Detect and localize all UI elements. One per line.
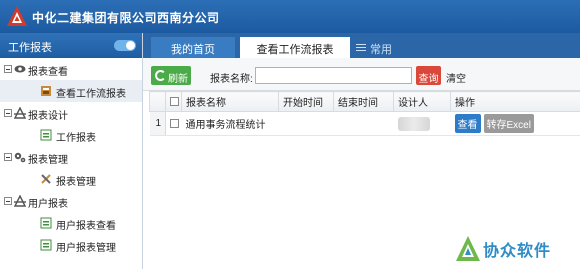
row-number: 1	[149, 111, 166, 136]
sidebar-toggle[interactable]	[114, 40, 136, 51]
report-icon	[40, 217, 52, 229]
tree-item-label: 工作报表	[56, 133, 96, 144]
row-select-cell[interactable]	[165, 111, 182, 136]
clear-button[interactable]: 清空	[446, 70, 466, 85]
sidebar: 工作报表 报表查看 查看工作流报表 报表设计 工作报表 报表管理 报表管理 用户…	[0, 33, 143, 269]
vendor-logo-icon	[456, 236, 480, 261]
tools-icon	[41, 174, 51, 184]
tree-group-label: 报表查看	[28, 67, 68, 78]
vendor-watermark: 协众软件	[455, 233, 577, 265]
row-number-header	[149, 91, 166, 112]
tree-group-report-design[interactable]: 报表设计	[0, 102, 142, 124]
column-header: 操作	[450, 91, 580, 112]
design-icon	[14, 107, 26, 119]
company-logo-icon	[7, 6, 27, 26]
tree-item-report-management[interactable]: 报表管理	[0, 168, 142, 190]
eye-icon	[14, 65, 26, 73]
tab-common[interactable]: 常用	[354, 37, 404, 58]
designer-cell	[393, 111, 451, 136]
search-label: 报表名称:	[210, 74, 253, 85]
refresh-label: 刷新	[168, 74, 188, 85]
table-header-row: 报表名称 开始时间 结束时间 设计人 操作	[149, 91, 580, 112]
tree-group-report-view[interactable]: 报表查看	[0, 58, 142, 80]
tree-item-view-workflow-report[interactable]: 查看工作流报表	[0, 80, 142, 102]
report-icon	[40, 129, 52, 141]
refresh-button[interactable]: 刷新	[151, 66, 191, 85]
tree-group-label: 报表管理	[28, 155, 68, 166]
start-time-cell	[278, 111, 334, 136]
column-header[interactable]: 开始时间	[278, 91, 334, 112]
toolbar: 刷新 报表名称: 查询 清空	[143, 58, 580, 91]
app-title: 中化二建集团有限公司西南分公司	[32, 11, 220, 25]
table-row[interactable]: 1 通用事务流程统计 查看 转存Excel	[149, 111, 580, 136]
tree-group-label: 用户报表	[28, 199, 68, 210]
tab-home[interactable]: 我的首页	[151, 37, 235, 58]
tree-item-work-report[interactable]: 工作报表	[0, 124, 142, 146]
tree-item-label: 报表管理	[56, 177, 96, 188]
tree-group-user-report[interactable]: 用户报表	[0, 190, 142, 212]
export-excel-button[interactable]: 转存Excel	[483, 114, 534, 133]
row-checkbox[interactable]	[170, 118, 179, 128]
report-table: 报表名称 开始时间 结束时间 设计人 操作 1 通用事务流程统计 查看 转存Exc…	[149, 91, 580, 136]
designer-redacted	[397, 116, 430, 131]
tree-group-label: 报表设计	[28, 111, 68, 122]
app-header: 中化二建集团有限公司西南分公司	[0, 0, 580, 33]
collapse-icon[interactable]	[4, 153, 12, 161]
column-header[interactable]: 结束时间	[333, 91, 394, 112]
tab-bar: 我的首页 查看工作流报表 常用	[143, 33, 580, 58]
sidebar-header: 工作报表	[0, 33, 142, 58]
refresh-icon	[155, 70, 166, 81]
view-button[interactable]: 查看	[454, 114, 481, 133]
tree-group-report-management[interactable]: 报表管理	[0, 146, 142, 168]
collapse-icon[interactable]	[4, 65, 12, 73]
column-header[interactable]: 报表名称	[181, 91, 279, 112]
tree-item-user-report-management[interactable]: 用户报表管理	[0, 234, 142, 256]
gears-icon	[14, 152, 26, 163]
tab-view-workflow-report[interactable]: 查看工作流报表	[240, 37, 350, 58]
collapse-icon[interactable]	[4, 109, 12, 117]
report-name-input[interactable]	[255, 67, 412, 84]
select-all-header[interactable]	[165, 91, 182, 112]
watermark-text: 协众软件	[483, 243, 552, 260]
design-icon	[14, 195, 26, 207]
report-view-icon	[41, 86, 51, 96]
tree-item-label: 用户报表管理	[56, 243, 116, 254]
actions-cell: 查看 转存Excel	[450, 111, 580, 136]
tree-item-user-report-view[interactable]: 用户报表查看	[0, 212, 142, 234]
tree-item-label: 查看工作流报表	[56, 89, 126, 100]
column-header[interactable]: 设计人	[393, 91, 451, 112]
collapse-icon[interactable]	[4, 197, 12, 205]
end-time-cell	[333, 111, 394, 136]
select-all-checkbox[interactable]	[170, 96, 179, 106]
query-button[interactable]: 查询	[416, 66, 441, 85]
report-name-cell: 通用事务流程统计	[181, 111, 279, 136]
report-icon	[40, 239, 52, 251]
sidebar-title: 工作报表	[8, 42, 52, 54]
tree-item-label: 用户报表查看	[56, 221, 116, 232]
